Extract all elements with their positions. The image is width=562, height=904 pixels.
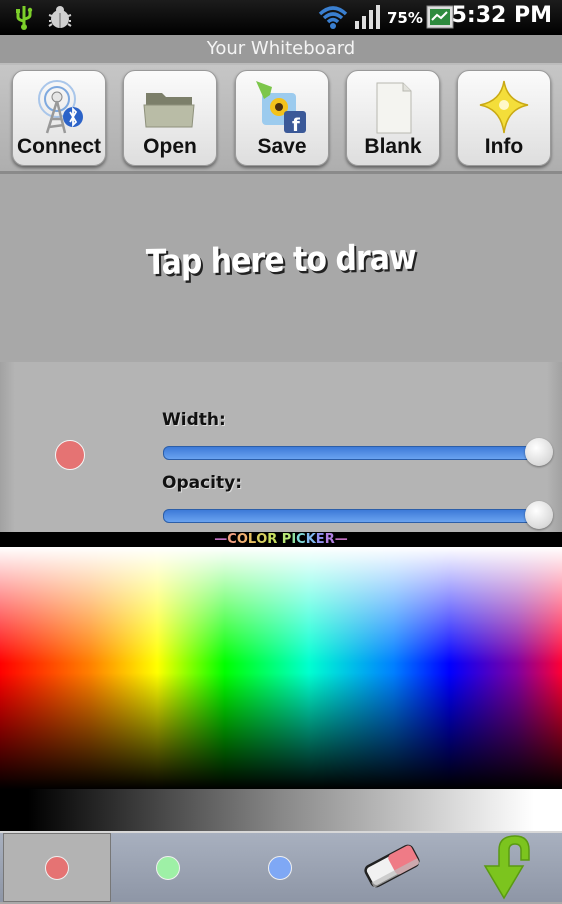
palette-bar bbox=[0, 831, 562, 902]
connect-label: Connect bbox=[17, 135, 101, 158]
header-letter: R bbox=[324, 532, 335, 547]
usb-icon bbox=[14, 4, 34, 30]
open-button[interactable]: Open bbox=[123, 70, 217, 166]
signal-icon bbox=[354, 4, 382, 30]
header-letter: O bbox=[256, 532, 268, 547]
toolbar: Connect Open f Save Blank Info bbox=[0, 65, 562, 174]
opacity-slider[interactable] bbox=[163, 501, 553, 529]
debug-bug-icon bbox=[46, 4, 74, 30]
save-photo-facebook-icon: f bbox=[252, 79, 312, 136]
brush-settings-panel: Width: Opacity: bbox=[0, 362, 562, 532]
palette-slot-red[interactable] bbox=[3, 833, 111, 902]
svg-text:f: f bbox=[292, 115, 300, 135]
clock: 5:32 PM bbox=[451, 3, 552, 28]
header-letter: C bbox=[227, 532, 237, 547]
blue-swatch bbox=[268, 855, 292, 880]
battery-percent: 75% bbox=[387, 9, 423, 27]
save-button[interactable]: f Save bbox=[235, 70, 329, 166]
header-dash-left: — bbox=[214, 532, 228, 547]
color-spectrum[interactable] bbox=[0, 547, 562, 789]
save-label: Save bbox=[257, 135, 307, 158]
apply-down-arrow-button[interactable] bbox=[450, 833, 558, 902]
header-letter: C bbox=[296, 532, 306, 547]
open-label: Open bbox=[143, 135, 197, 158]
folder-icon bbox=[140, 79, 200, 135]
green-down-arrow-icon bbox=[469, 832, 539, 904]
header-letter: L bbox=[247, 532, 257, 547]
info-button[interactable]: Info bbox=[457, 70, 551, 166]
connect-button[interactable]: Connect bbox=[12, 70, 106, 166]
blank-label: Blank bbox=[364, 135, 422, 158]
width-slider-thumb[interactable] bbox=[525, 438, 553, 466]
header-letter: E bbox=[315, 532, 325, 547]
drawing-canvas[interactable]: Tap here to draw bbox=[0, 174, 562, 360]
palette-slot-blue[interactable] bbox=[226, 833, 334, 902]
palette-slot-green[interactable] bbox=[114, 833, 222, 902]
wifi-icon bbox=[318, 4, 348, 30]
blank-page-icon bbox=[363, 79, 423, 135]
width-label: Width: bbox=[162, 410, 226, 430]
info-label: Info bbox=[484, 135, 524, 158]
brush-preview-dot bbox=[55, 440, 85, 470]
header-letter: P bbox=[281, 532, 292, 547]
status-bar: 75% 5:32 PM bbox=[0, 0, 562, 35]
header-letter: R bbox=[267, 532, 278, 547]
bluetooth-tower-icon bbox=[29, 79, 89, 135]
opacity-slider-thumb[interactable] bbox=[525, 501, 553, 529]
star-icon bbox=[474, 79, 534, 135]
header-dash-right: — bbox=[334, 532, 348, 547]
red-swatch bbox=[45, 855, 69, 880]
battery-icon bbox=[426, 4, 454, 30]
color-picker-header: — COLOR PICKER — bbox=[0, 532, 562, 547]
eraser-button[interactable] bbox=[338, 833, 446, 902]
tap-to-draw-prompt: Tap here to draw bbox=[145, 237, 417, 283]
width-slider[interactable] bbox=[163, 438, 553, 466]
header-letter: O bbox=[236, 532, 248, 547]
green-swatch bbox=[156, 855, 180, 880]
grayscale-bar[interactable] bbox=[0, 789, 562, 831]
eraser-icon bbox=[360, 841, 424, 895]
opacity-label: Opacity: bbox=[162, 473, 243, 493]
header-letter: K bbox=[305, 532, 316, 547]
app-title: Your Whiteboard bbox=[0, 35, 562, 65]
blank-button[interactable]: Blank bbox=[346, 70, 440, 166]
